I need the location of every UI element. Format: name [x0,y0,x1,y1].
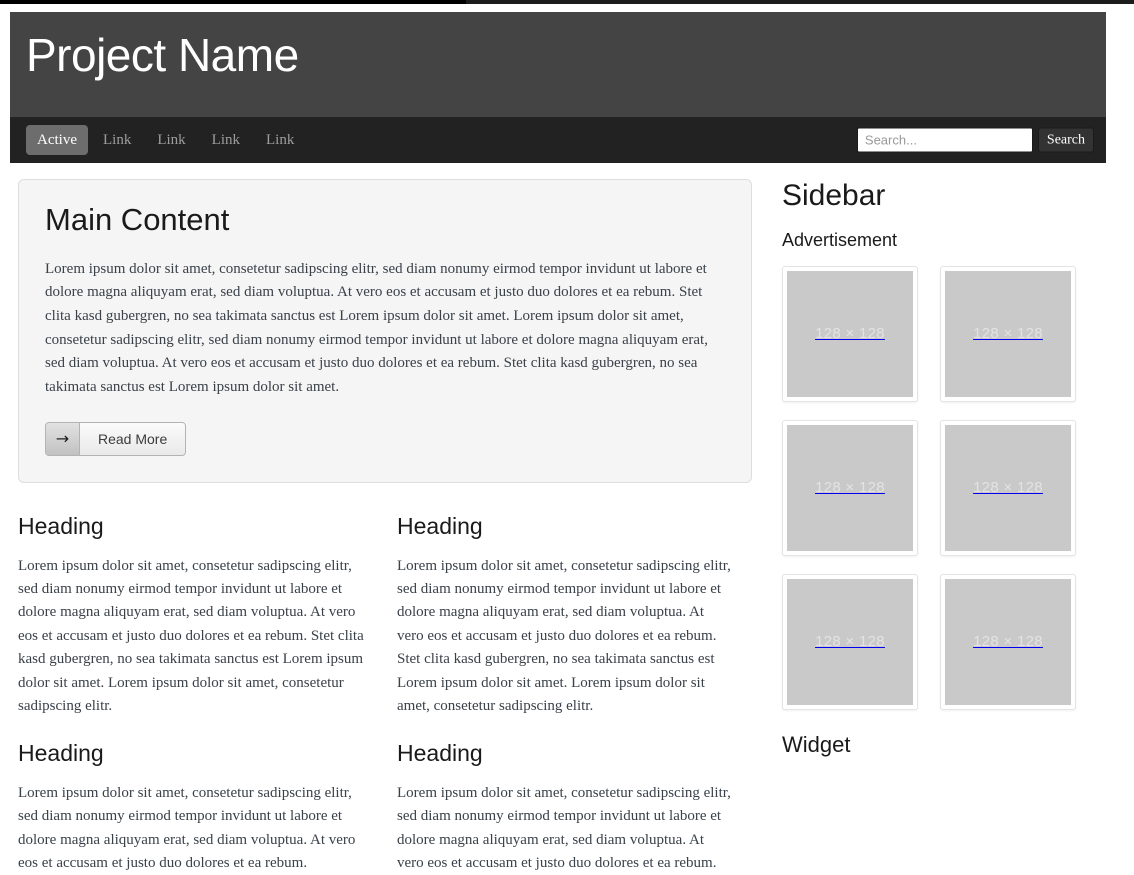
feature-item: Heading Lorem ipsum dolor sit amet, cons… [385,491,752,718]
browser-chrome-sliver-right [466,0,1134,4]
nav-item-link-3[interactable]: Link [201,125,251,155]
nav-item-link-1[interactable]: Link [92,125,142,155]
sidebar-advertisement-heading: Advertisement [782,230,1090,252]
nav-link-4[interactable]: Link [255,125,305,155]
navbar-search-form: Search [857,128,1094,153]
sidebar-widget-heading: Widget [782,732,1090,758]
nav-item-link-4[interactable]: Link [255,125,305,155]
site-masthead: Project Name [10,12,1106,117]
feature-body: Lorem ipsum dolor sit amet, consetetur s… [397,782,732,875]
read-more-label: Read More [80,423,185,455]
feature-body: Lorem ipsum dolor sit amet, consetetur s… [397,555,732,719]
search-input[interactable] [857,128,1033,153]
hero-title: Main Content [45,202,725,238]
feature-item: Heading Lorem ipsum dolor sit amet, cons… [18,491,385,718]
thumbnail-placeholder[interactable]: 128 × 128 [940,420,1076,556]
feature-row-1: Heading Lorem ipsum dolor sit amet, cons… [18,491,752,718]
nav-link-2[interactable]: Link [146,125,196,155]
advertisement-thumbnail-grid: 128 × 128 128 × 128 128 × 128 128 × 128 … [782,266,1090,710]
nav-link-3[interactable]: Link [201,125,251,155]
main-column: Main Content Lorem ipsum dolor sit amet,… [10,179,760,875]
thumbnail-label: 128 × 128 [945,271,1071,397]
thumbnail-label: 128 × 128 [787,425,913,551]
thumbnail-label: 128 × 128 [945,425,1071,551]
arrow-right-icon: → [46,423,80,455]
page-container: Project Name Active Link Link Link Link … [10,12,1106,769]
nav-link-1[interactable]: Link [92,125,142,155]
feature-item: Heading Lorem ipsum dolor sit amet, cons… [385,718,752,875]
feature-body: Lorem ipsum dolor sit amet, consetetur s… [18,555,365,719]
thumbnail-placeholder[interactable]: 128 × 128 [940,574,1076,710]
features-grid: Heading Lorem ipsum dolor sit amet, cons… [18,483,752,875]
main-navbar: Active Link Link Link Link Search [10,117,1106,163]
thumbnail-placeholder[interactable]: 128 × 128 [782,266,918,402]
thumbnail-placeholder[interactable]: 128 × 128 [782,420,918,556]
feature-heading: Heading [18,513,365,541]
read-more-button[interactable]: → Read More [45,422,186,456]
feature-body: Lorem ipsum dolor sit amet, consetetur s… [18,782,365,875]
feature-heading: Heading [397,513,732,541]
content-wrapper: Main Content Lorem ipsum dolor sit amet,… [10,163,1106,875]
feature-item: Heading Lorem ipsum dolor sit amet, cons… [18,718,385,875]
thumbnail-label: 128 × 128 [945,579,1071,705]
sidebar-title: Sidebar [782,179,1090,212]
hero-panel: Main Content Lorem ipsum dolor sit amet,… [18,179,752,483]
feature-heading: Heading [397,740,732,768]
thumbnail-label: 128 × 128 [787,579,913,705]
thumbnail-label: 128 × 128 [787,271,913,397]
nav-item-active[interactable]: Active [26,125,88,155]
thumbnail-placeholder[interactable]: 128 × 128 [782,574,918,710]
hero-body-text: Lorem ipsum dolor sit amet, consetetur s… [45,258,725,400]
page-title: Project Name [26,30,1106,81]
sidebar: Sidebar Advertisement 128 × 128 128 × 12… [760,179,1106,875]
feature-heading: Heading [18,740,365,768]
search-button[interactable]: Search [1038,128,1094,153]
nav-link-active[interactable]: Active [26,125,88,155]
nav-item-link-2[interactable]: Link [146,125,196,155]
feature-row-2: Heading Lorem ipsum dolor sit amet, cons… [18,718,752,875]
nav-list: Active Link Link Link Link [26,125,305,155]
thumbnail-placeholder[interactable]: 128 × 128 [940,266,1076,402]
